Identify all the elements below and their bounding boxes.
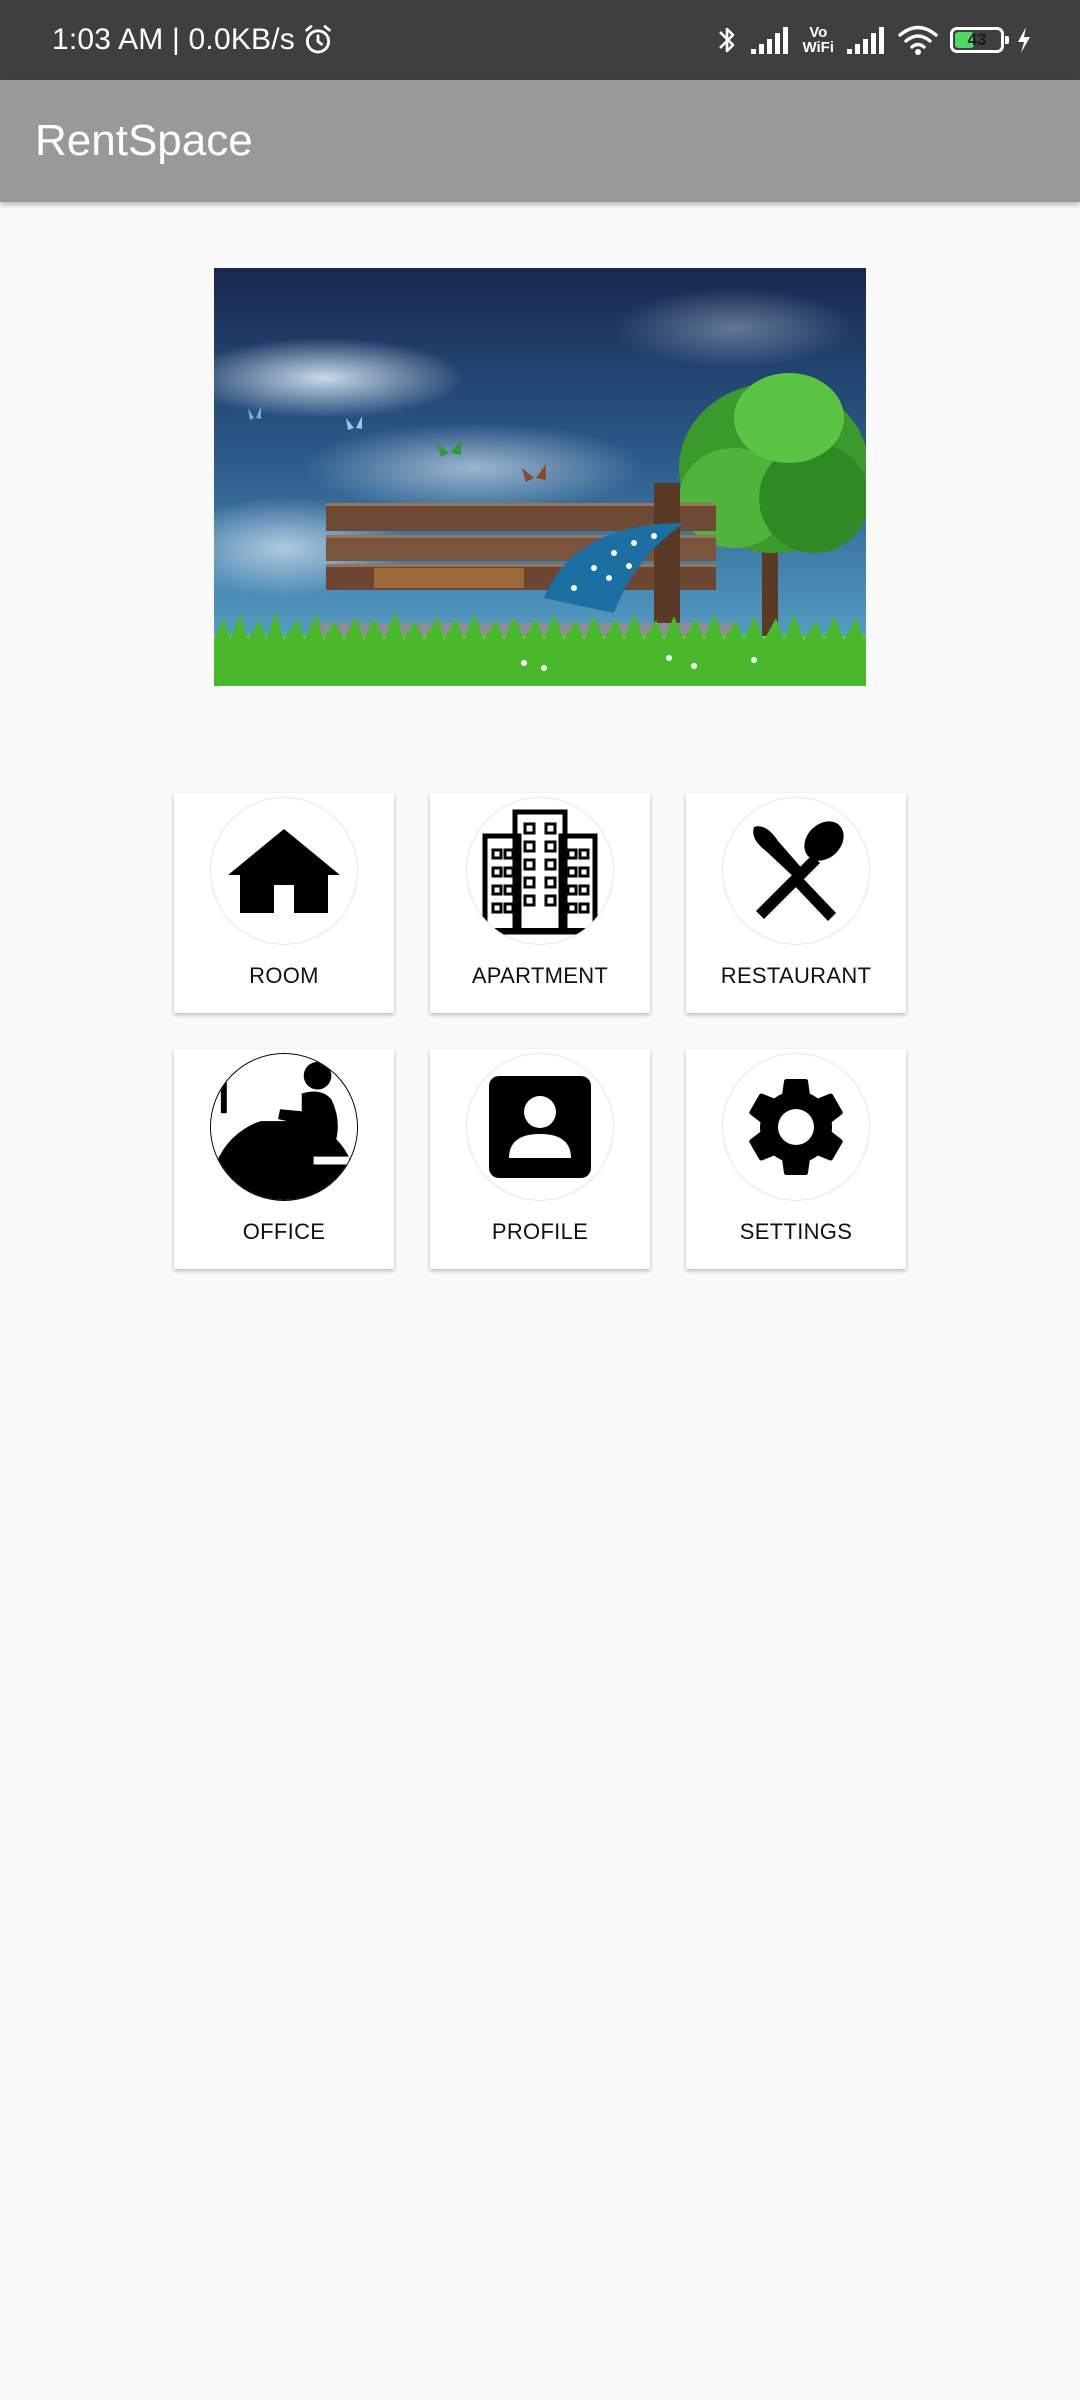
office-tile[interactable]: OFFICE	[174, 1049, 394, 1269]
wifi-icon	[898, 25, 938, 55]
fork-spoon-icon	[753, 821, 844, 921]
status-bar: 1:03 AM | 0.0KB/s Vo WiFi 43	[0, 0, 1080, 80]
profile-label: PROFILE	[491, 1219, 589, 1244]
charging-icon	[1018, 27, 1030, 53]
battery-icon: 43	[950, 27, 1009, 53]
apartment-icon-circle	[466, 797, 614, 945]
apartment-tile[interactable]: APARTMENT	[430, 793, 650, 1013]
room-label: ROOM	[249, 963, 319, 988]
battery-level: 43	[967, 30, 987, 49]
status-left: 1:03 AM | 0.0KB/s	[52, 0, 335, 80]
app-bar: RentSpace	[0, 80, 1080, 202]
banner-image	[214, 268, 866, 686]
apartment-label: APARTMENT	[471, 963, 609, 988]
status-time-speed: 1:03 AM | 0.0KB/s	[52, 23, 295, 56]
house-icon	[228, 829, 340, 913]
alarm-icon	[305, 25, 331, 54]
person-at-desk-icon	[211, 1054, 357, 1200]
room-tile[interactable]: ROOM	[174, 793, 394, 1013]
bluetooth-icon	[719, 27, 735, 53]
gear-icon	[749, 1078, 843, 1175]
room-icon-circle	[210, 797, 358, 945]
profile-tile[interactable]: PROFILE	[430, 1049, 650, 1269]
vowifi-indicator: Vo WiFi	[802, 25, 834, 55]
office-label: OFFICE	[242, 1219, 326, 1244]
signal-icon	[751, 27, 789, 54]
settings-tile[interactable]: SETTINGS	[686, 1049, 906, 1269]
restaurant-icon-circle	[722, 797, 870, 945]
app-title: RentSpace	[35, 116, 253, 165]
apartment-building-icon	[481, 809, 599, 935]
signal-icon-2	[847, 27, 884, 54]
profile-icon-circle	[466, 1053, 614, 1201]
restaurant-tile[interactable]: RESTAURANT	[686, 793, 906, 1013]
settings-label: SETTINGS	[739, 1219, 853, 1244]
restaurant-label: RESTAURANT	[720, 963, 872, 988]
vowifi-top: Vo	[809, 24, 828, 41]
settings-icon-circle	[722, 1053, 870, 1201]
office-icon-circle	[210, 1053, 358, 1201]
vowifi-bottom: WiFi	[802, 39, 834, 56]
profile-icon	[489, 1076, 591, 1178]
bench-scene-image	[214, 268, 866, 686]
status-right: Vo WiFi 43	[716, 0, 1032, 80]
